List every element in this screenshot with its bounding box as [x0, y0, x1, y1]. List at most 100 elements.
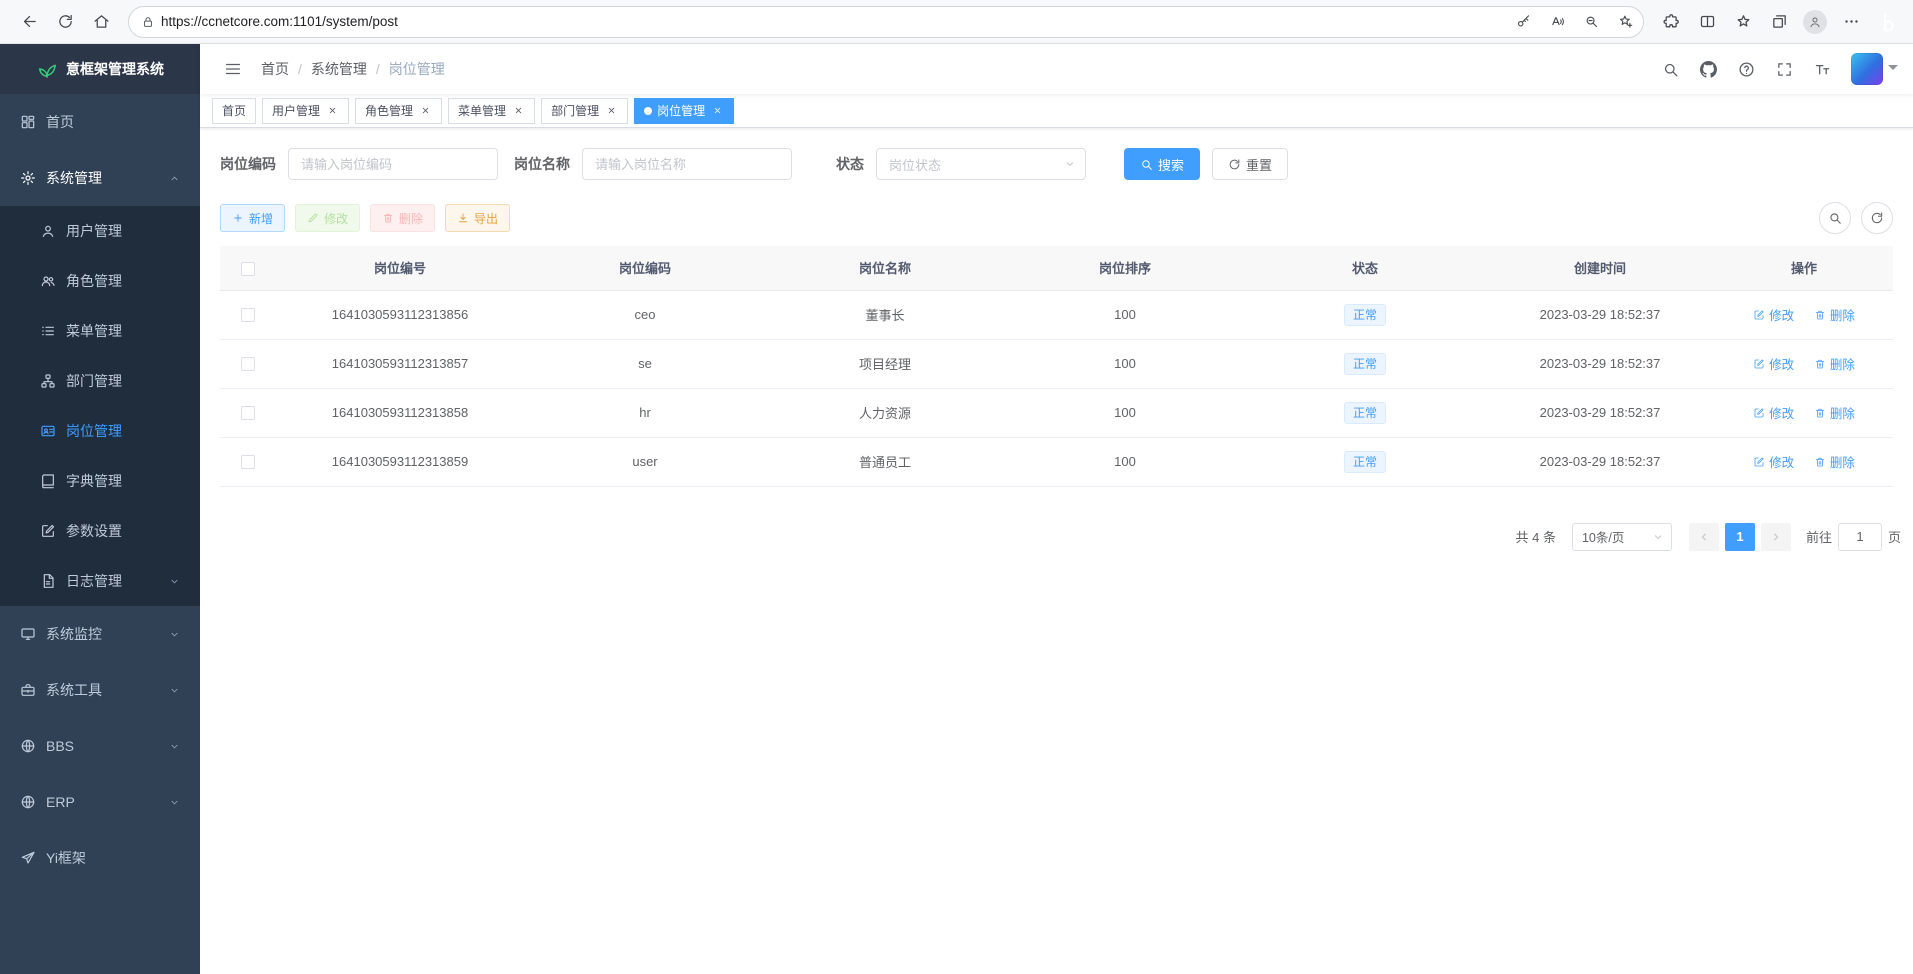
submenu-item-parameters[interactable]: 参数设置 [0, 506, 200, 556]
sidebar-item-system-tools[interactable]: 系统工具 [0, 662, 200, 718]
cell-post-sort: 100 [1005, 388, 1245, 437]
search-button[interactable]: 搜索 [1124, 148, 1200, 180]
browser-home-button[interactable] [84, 6, 118, 38]
site-info-lock-icon[interactable] [141, 15, 155, 29]
page-jump-input[interactable] [1838, 523, 1882, 551]
log-icon [40, 573, 56, 589]
submenu-item-users[interactable]: 用户管理 [0, 206, 200, 256]
breadcrumb-system[interactable]: 系统管理 [311, 59, 367, 79]
post-code-input[interactable] [288, 148, 498, 180]
column-post-name: 岗位名称 [765, 246, 1005, 290]
sidebar-item-home[interactable]: 首页 [0, 94, 200, 150]
status-select[interactable]: 岗位状态 [876, 148, 1086, 180]
row-edit-link[interactable]: 修改 [1753, 354, 1794, 373]
submenu-item-departments[interactable]: 部门管理 [0, 356, 200, 406]
row-delete-link[interactable]: 删除 [1814, 403, 1855, 422]
tab-close-button[interactable] [511, 104, 525, 118]
row-delete-link[interactable]: 删除 [1814, 354, 1855, 373]
row-checkbox[interactable] [241, 357, 255, 371]
column-post-id: 岗位编号 [275, 246, 525, 290]
browser-profile-button[interactable] [1798, 6, 1832, 38]
export-button[interactable]: 导出 [445, 204, 510, 232]
browser-back-button[interactable] [12, 6, 46, 38]
add-favorite-button[interactable] [1611, 8, 1639, 36]
status-label: 状态 [808, 154, 876, 174]
submenu-item-dictionaries[interactable]: 字典管理 [0, 456, 200, 506]
favorites-button[interactable] [1726, 6, 1760, 38]
sidebar-item-bbs[interactable]: BBS [0, 718, 200, 774]
submenu-item-posts[interactable]: 岗位管理 [0, 406, 200, 456]
split-screen-button[interactable] [1690, 6, 1724, 38]
bing-discover-button[interactable] [1874, 8, 1901, 35]
tab-label: 菜单管理 [458, 102, 506, 119]
read-aloud-button[interactable] [1543, 8, 1571, 36]
tab-departments[interactable]: 部门管理 [541, 98, 628, 124]
sidebar-item-label: ERP [46, 794, 75, 810]
sidebar-item-system-monitor[interactable]: 系统监控 [0, 606, 200, 662]
tab-close-button[interactable] [710, 104, 724, 118]
breadcrumb-home[interactable]: 首页 [261, 59, 289, 79]
user-avatar[interactable] [1851, 53, 1883, 85]
row-edit-link[interactable]: 修改 [1753, 305, 1794, 324]
table-row[interactable]: 1641030593112313857 se 项目经理 100 正常 2023-… [220, 339, 1893, 388]
row-checkbox[interactable] [241, 406, 255, 420]
navbar-actions [1653, 51, 1898, 87]
chevron-up-icon [169, 173, 180, 184]
sidebar-item-system-management[interactable]: 系统管理 [0, 150, 200, 206]
row-checkbox[interactable] [241, 455, 255, 469]
page-1-button[interactable]: 1 [1725, 523, 1755, 551]
prev-page-button[interactable] [1689, 523, 1719, 551]
header-search-button[interactable] [1653, 51, 1687, 87]
table-row[interactable]: 1641030593112313858 hr 人力资源 100 正常 2023-… [220, 388, 1893, 437]
sidebar-item-yi-framework[interactable]: Yi框架 [0, 830, 200, 886]
extensions-button[interactable] [1654, 6, 1688, 38]
submenu-item-menus[interactable]: 菜单管理 [0, 306, 200, 356]
row-delete-link[interactable]: 删除 [1814, 452, 1855, 471]
delete-button[interactable]: 删除 [370, 204, 435, 232]
collections-button[interactable] [1762, 6, 1796, 38]
next-page-button[interactable] [1761, 523, 1791, 551]
password-manager-button[interactable] [1509, 8, 1537, 36]
fullscreen-button[interactable] [1767, 51, 1801, 87]
zoom-button[interactable] [1577, 8, 1605, 36]
post-name-input[interactable] [582, 148, 792, 180]
table-row[interactable]: 1641030593112313856 ceo 董事长 100 正常 2023-… [220, 290, 1893, 339]
row-edit-link[interactable]: 修改 [1753, 403, 1794, 422]
tab-close-button[interactable] [418, 104, 432, 118]
dashboard-icon [20, 114, 36, 130]
github-link-button[interactable] [1691, 51, 1725, 87]
tab-close-button[interactable] [604, 104, 618, 118]
app-logo[interactable]: 意框架管理系统 [0, 44, 200, 94]
address-bar[interactable]: https://ccnetcore.com:1101/system/post [128, 6, 1644, 38]
refresh-table-button[interactable] [1861, 202, 1893, 234]
page-size-select[interactable]: 10条/页 [1572, 523, 1672, 551]
table-row[interactable]: 1641030593112313859 user 普通员工 100 正常 202… [220, 437, 1893, 486]
row-edit-link[interactable]: 修改 [1753, 452, 1794, 471]
breadcrumb-current: 岗位管理 [389, 59, 445, 79]
tab-menus[interactable]: 菜单管理 [448, 98, 535, 124]
edit-button[interactable]: 修改 [295, 204, 360, 232]
sidebar-collapse-button[interactable] [215, 51, 251, 87]
row-delete-link[interactable]: 删除 [1814, 305, 1855, 324]
submenu-item-roles[interactable]: 角色管理 [0, 256, 200, 306]
submenu-item-logs[interactable]: 日志管理 [0, 556, 200, 606]
tab-posts[interactable]: 岗位管理 [634, 98, 734, 124]
address-url[interactable]: https://ccnetcore.com:1101/system/post [161, 14, 1503, 29]
page-jump: 前往 页 [1806, 523, 1901, 551]
add-button[interactable]: 新增 [220, 204, 285, 232]
tab-home[interactable]: 首页 [212, 98, 256, 124]
user-menu[interactable] [1851, 53, 1898, 85]
tab-close-button[interactable] [325, 104, 339, 118]
browser-menu-button[interactable] [1834, 6, 1868, 38]
select-all-checkbox[interactable] [241, 262, 255, 276]
sidebar-item-erp[interactable]: ERP [0, 774, 200, 830]
tab-roles[interactable]: 角色管理 [355, 98, 442, 124]
cell-post-sort: 100 [1005, 290, 1245, 339]
help-button[interactable] [1729, 51, 1763, 87]
tab-users[interactable]: 用户管理 [262, 98, 349, 124]
reset-button[interactable]: 重置 [1212, 148, 1288, 180]
row-checkbox[interactable] [241, 308, 255, 322]
font-size-button[interactable] [1805, 51, 1839, 87]
toggle-search-button[interactable] [1819, 202, 1851, 234]
browser-refresh-button[interactable] [48, 6, 82, 38]
